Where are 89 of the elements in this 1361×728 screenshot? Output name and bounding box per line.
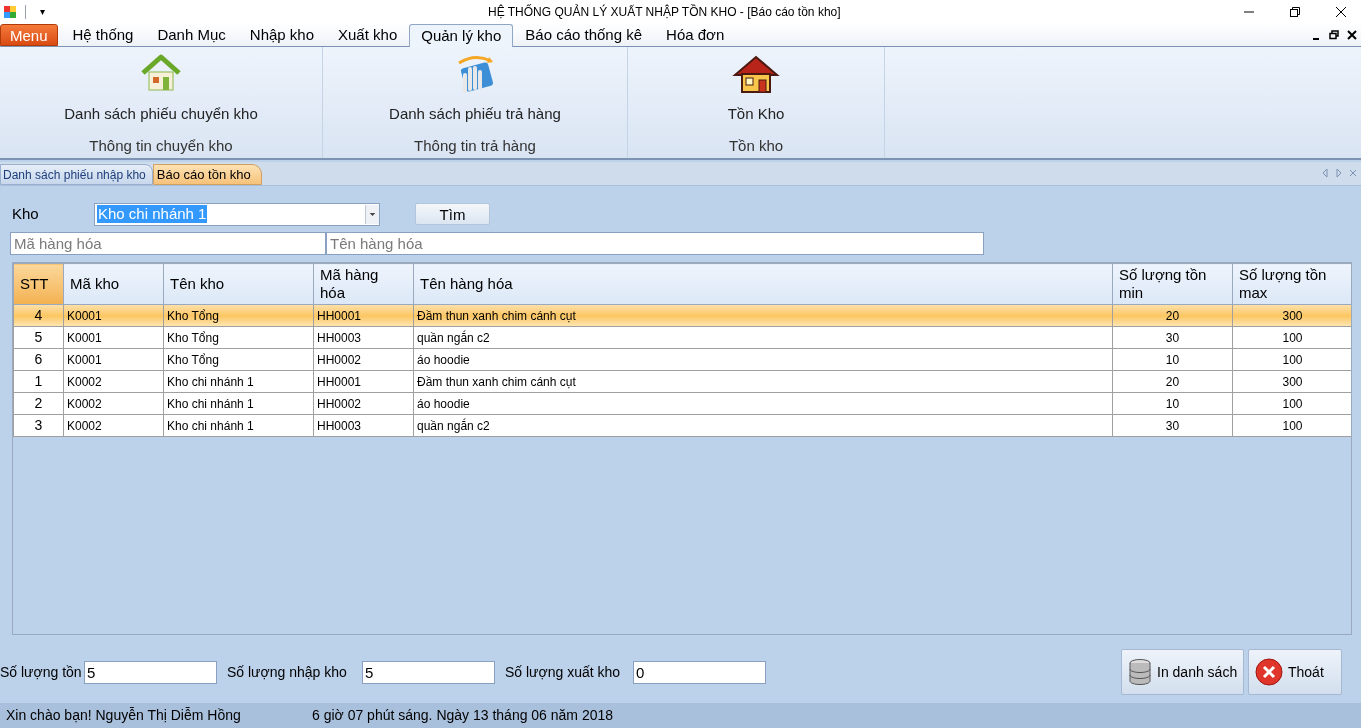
ribbon-tab[interactable]: Hóa đơn <box>654 24 737 46</box>
customize-toolbar-arrow[interactable]: ▾ <box>40 7 45 17</box>
table-cell: HH0003 <box>313 326 414 349</box>
table-cell: 1 <box>13 370 64 393</box>
table-row[interactable]: 6 K0001 Kho Tổng HH0002 áo hoodie 10 100 <box>13 348 1351 371</box>
table-cell: HH0002 <box>313 348 414 371</box>
ribbon-button[interactable]: Tồn Kho <box>727 53 785 125</box>
table-row[interactable]: 4 K0001 Kho Tổng HH0001 Đầm thun xanh chim cánh cụt 20 300 <box>13 304 1351 327</box>
table-cell: 5 <box>13 326 64 349</box>
app-menu-button[interactable]: Menu <box>0 24 58 46</box>
table-cell: HH0001 <box>313 370 414 393</box>
total-field[interactable]: 5 <box>362 660 495 684</box>
ribbon-group-label: Thông tin chuyển kho <box>89 135 233 156</box>
table-cell: quần ngắn c2 <box>413 414 1113 437</box>
ribbon-tab[interactable]: Hệ thống <box>60 24 146 46</box>
warehouse-label: Kho <box>12 203 40 224</box>
table-cell: HH0002 <box>313 392 414 415</box>
column-header[interactable]: Số lượng tồn max <box>1232 263 1351 305</box>
ribbon-group-label: Thông tin trả hàng <box>414 135 536 156</box>
ribbon-button[interactable]: Danh sách phiếu chuyển kho <box>64 53 258 125</box>
house-icon <box>139 53 183 93</box>
table-cell: K0001 <box>63 326 164 349</box>
column-header[interactable]: Mã hàng hóa <box>313 263 414 305</box>
ribbon-group-label: Tồn kho <box>728 135 784 156</box>
total-label: Số lượng xuất kho <box>505 662 622 682</box>
restore-icon[interactable] <box>1289 6 1301 18</box>
table-cell: K0002 <box>63 414 164 437</box>
close-icon <box>1254 657 1284 687</box>
database-icon <box>1127 658 1153 686</box>
table-cell: Kho chi nhánh 1 <box>163 414 314 437</box>
exit-button[interactable]: Thoát <box>1248 649 1342 695</box>
table-cell: áo hoodie <box>413 348 1113 371</box>
table-cell: K0001 <box>63 304 164 327</box>
table-cell: 30 <box>1112 326 1233 349</box>
table-cell: 30 <box>1112 414 1233 437</box>
ribbon-tab[interactable]: Nhập kho <box>237 24 326 46</box>
table-cell: 6 <box>13 348 64 371</box>
table-row[interactable]: 3 K0002 Kho chi nhánh 1 HH0003 quần ngắn c2 30 100 <box>13 414 1351 437</box>
table-cell: 3 <box>13 414 64 437</box>
close-icon[interactable] <box>1335 6 1347 18</box>
ribbon-tab[interactable]: Xuất kho <box>326 24 410 46</box>
table-cell: áo hoodie <box>413 392 1113 415</box>
table-row[interactable]: 1 K0002 Kho chi nhánh 1 HH0001 Đầm thun xanh chim cánh cụt 20 300 <box>13 370 1351 393</box>
table-cell: Kho Tổng <box>163 348 314 371</box>
table-cell: Đầm thun xanh chim cánh cụt <box>413 370 1113 393</box>
total-field[interactable]: 5 <box>84 660 217 684</box>
table-cell: 20 <box>1112 304 1233 327</box>
table-cell: 10 <box>1112 348 1233 371</box>
table-cell: Kho Tổng <box>163 304 314 327</box>
table-cell: Kho chi nhánh 1 <box>163 370 314 393</box>
table-cell: 20 <box>1112 370 1233 393</box>
document-tab[interactable]: Danh sách phiếu nhập kho <box>0 164 153 185</box>
table-cell: K0001 <box>63 348 164 371</box>
greeting-text: Xin chào bạn! Nguyễn Thị Diễm Hồng <box>6 706 242 725</box>
document-tab[interactable]: Báo cáo tồn kho <box>152 164 262 185</box>
table-cell: 2 <box>13 392 64 415</box>
app-icon[interactable] <box>3 5 17 19</box>
product-name-field[interactable]: Tên hàng hóa <box>326 232 984 255</box>
restore-icon[interactable] <box>1329 30 1339 40</box>
datetime-text: 6 giờ 07 phút sáng. Ngày 13 tháng 06 năm 2018 <box>312 706 614 725</box>
total-label: Số lượng nhập kho <box>227 662 348 682</box>
column-header[interactable]: Tên kho <box>163 263 314 305</box>
table-cell: K0002 <box>63 370 164 393</box>
total-field[interactable]: 0 <box>633 660 766 684</box>
ribbon-tab[interactable]: Danh Mục <box>145 24 238 46</box>
table-cell: HH0003 <box>313 414 414 437</box>
column-header[interactable]: STT <box>13 263 64 305</box>
table-cell: Kho chi nhánh 1 <box>163 392 314 415</box>
window-title: HỆ THỐNG QUẢN LÝ XUẤT NHẬP TỒN KHO - [Báo cáo tồn kho] <box>488 3 841 21</box>
product-code-field[interactable]: Mã hàng hóa <box>10 232 326 255</box>
table-row[interactable]: 2 K0002 Kho chi nhánh 1 HH0002 áo hoodie 10 100 <box>13 392 1351 415</box>
table-cell: HH0001 <box>313 304 414 327</box>
table-cell: 10 <box>1112 392 1233 415</box>
ribbon-tab[interactable]: Báo cáo thống kê <box>513 24 655 46</box>
table-row[interactable]: 5 K0001 Kho Tổng HH0003 quần ngắn c2 30 100 <box>13 326 1351 349</box>
ribbon-button[interactable]: Danh sách phiếu trả hàng <box>389 53 561 125</box>
table-cell: K0002 <box>63 392 164 415</box>
table-cell: Kho Tổng <box>163 326 314 349</box>
column-header[interactable]: Số lượng tồn min <box>1112 263 1233 305</box>
close-icon[interactable] <box>1347 30 1357 40</box>
table-cell: quần ngắn c2 <box>413 326 1113 349</box>
total-label: Số lượng tồn <box>0 662 83 682</box>
find-button[interactable]: Tìm <box>415 203 490 225</box>
column-header[interactable]: Mã kho <box>63 263 164 305</box>
table-cell: 4 <box>13 304 64 327</box>
print-button[interactable]: In danh sách <box>1121 649 1244 695</box>
column-header[interactable]: Tên hàng hóa <box>413 263 1113 305</box>
ribbon-tab[interactable]: Quản lý kho <box>409 24 514 47</box>
table-cell: Đầm thun xanh chim cánh cụt <box>413 304 1113 327</box>
